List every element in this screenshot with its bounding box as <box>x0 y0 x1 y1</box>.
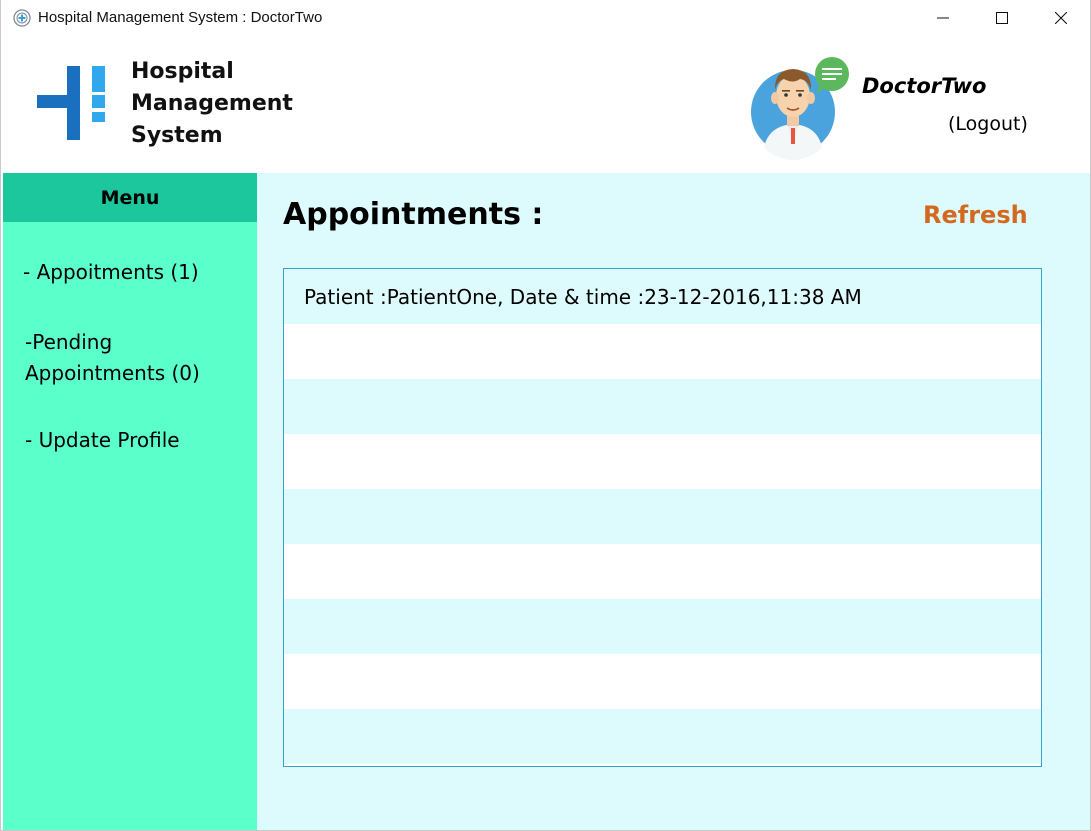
minimize-button[interactable] <box>914 0 972 36</box>
app-window: Hospital Management System : DoctorTwo H… <box>0 0 1091 831</box>
doctor-name: DoctorTwo <box>862 74 987 98</box>
list-item[interactable] <box>284 709 1041 764</box>
sidebar-item-update-profile[interactable]: - Update Profile <box>25 425 180 456</box>
list-item[interactable] <box>284 434 1041 489</box>
list-item[interactable] <box>284 654 1041 709</box>
list-item[interactable]: Patient :PatientOne, Date & time :23-12-… <box>284 269 1041 324</box>
logout-link[interactable]: (Logout) <box>948 113 1028 135</box>
list-item[interactable] <box>284 324 1041 379</box>
window-title: Hospital Management System : DoctorTwo <box>38 9 323 26</box>
main-content: Appointments : Refresh Patient :PatientO… <box>257 173 1090 830</box>
menu-header: Menu <box>3 173 257 222</box>
list-item[interactable] <box>284 489 1041 544</box>
app-icon <box>13 9 31 27</box>
doctor-avatar-icon <box>751 57 849 160</box>
list-item[interactable] <box>284 599 1041 654</box>
refresh-button[interactable]: Refresh <box>923 201 1028 229</box>
app-header: Hospital Management System DoctorTwo (Lo… <box>1 36 1090 173</box>
hospital-logo-icon <box>37 66 105 140</box>
sidebar: Menu - Appoitments (1) -Pending Appointm… <box>3 173 257 830</box>
maximize-icon <box>996 12 1008 24</box>
brand-line-1: Hospital <box>131 59 234 84</box>
list-item[interactable] <box>284 544 1041 599</box>
appointments-list[interactable]: Patient :PatientOne, Date & time :23-12-… <box>283 268 1042 767</box>
page-title: Appointments : <box>283 197 544 232</box>
list-item[interactable] <box>284 379 1041 434</box>
brand-line-2: Management <box>131 91 293 116</box>
close-icon <box>1055 12 1067 24</box>
brand-title: Hospital Management System <box>131 56 293 152</box>
close-button[interactable] <box>1032 0 1090 36</box>
brand-line-3: System <box>131 123 223 148</box>
title-bar: Hospital Management System : DoctorTwo <box>1 0 1090 36</box>
minimize-icon <box>937 17 949 19</box>
sidebar-item-pending-appointments[interactable]: -Pending Appointments (0) <box>25 327 245 389</box>
maximize-button[interactable] <box>973 0 1031 36</box>
sidebar-item-appointments[interactable]: - Appoitments (1) <box>23 257 199 288</box>
